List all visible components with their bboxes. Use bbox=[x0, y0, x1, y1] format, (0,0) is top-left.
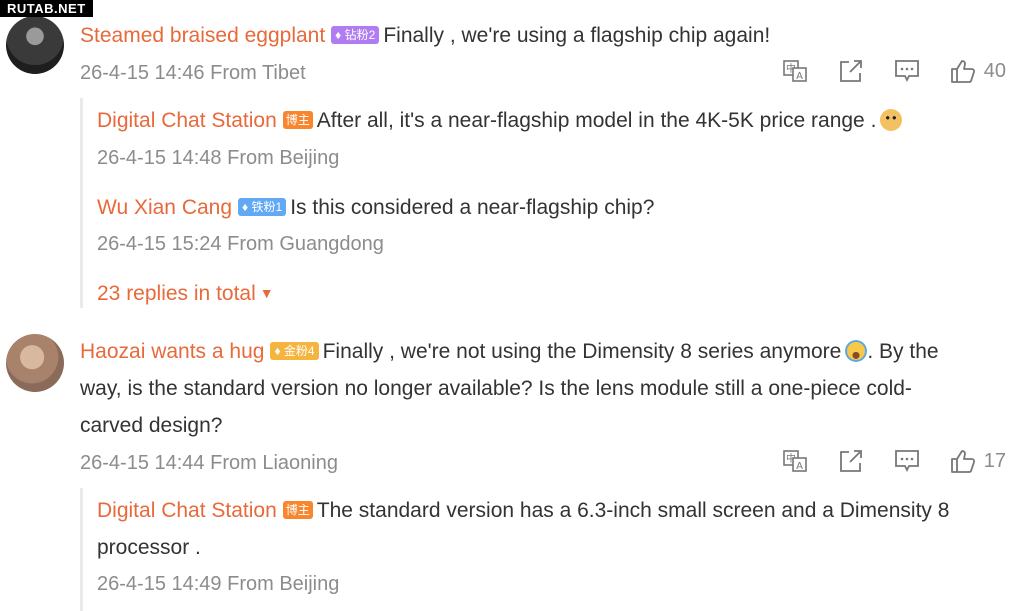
share-icon[interactable] bbox=[838, 58, 864, 84]
reply-item: Wu Xian Cang ♦ 铁粉1 Is this considered a ne… bbox=[97, 189, 977, 226]
comment-text: . By the bbox=[867, 340, 939, 363]
reply-text: processor . bbox=[97, 536, 201, 559]
reply-username[interactable]: Wu Xian Cang bbox=[97, 196, 232, 219]
reply-text: After all, it's a near-flagship model in… bbox=[316, 109, 877, 132]
comment-username[interactable]: Steamed braised eggplant bbox=[80, 24, 325, 47]
reply-text: The standard version has a 6.3-inch smal… bbox=[316, 499, 950, 522]
reply-meta: 26-4-15 14:49 From Beijing bbox=[97, 573, 340, 595]
comment-text: Finally , we're using a flagship chip ag… bbox=[383, 24, 771, 47]
comment-icon[interactable] bbox=[894, 58, 920, 84]
doge-emoji-icon bbox=[880, 109, 903, 131]
comment-text: carved design? bbox=[80, 414, 223, 437]
reply-item: Digital Chat Station 博主 The standard versi… bbox=[97, 492, 997, 566]
blogger-badge[interactable]: 博主 bbox=[282, 111, 313, 129]
avatar[interactable] bbox=[6, 334, 64, 392]
blogger-badge[interactable]: 博主 bbox=[282, 501, 313, 519]
reply-username[interactable]: Digital Chat Station bbox=[97, 109, 277, 132]
comment-username[interactable]: Haozai wants a hug bbox=[80, 340, 264, 363]
svg-text:A: A bbox=[796, 461, 803, 472]
like-icon[interactable] bbox=[950, 448, 976, 474]
comment-actions: 中A 17 bbox=[752, 448, 1006, 474]
svg-text:A: A bbox=[796, 71, 803, 82]
reply-item: Digital Chat Station 博主 After all, it's a … bbox=[97, 102, 977, 139]
comment-body: Haozai wants a hug ♦ 金粉4 Finally , we're n… bbox=[80, 333, 1000, 444]
translate-icon[interactable]: 中A bbox=[782, 448, 808, 474]
reply-meta: 26-4-15 15:24 From Guangdong bbox=[97, 233, 384, 255]
translate-icon[interactable]: 中A bbox=[782, 58, 808, 84]
share-icon[interactable] bbox=[838, 448, 864, 474]
reply-username[interactable]: Digital Chat Station bbox=[97, 499, 277, 522]
reply-list: Digital Chat Station 博主 After all, it's a … bbox=[80, 98, 977, 308]
avatar[interactable] bbox=[6, 16, 64, 74]
fan-badge[interactable]: ♦ 金粉4 bbox=[270, 342, 319, 360]
caret-down-icon: ▼ bbox=[259, 285, 274, 301]
fan-badge[interactable]: ♦ 钻粉2 bbox=[331, 26, 380, 44]
like-icon[interactable] bbox=[950, 58, 976, 84]
comment-actions: 中A 40 bbox=[752, 58, 1006, 84]
like-count: 40 bbox=[983, 59, 1006, 82]
comment-text: Finally , we're not using the Dimensity … bbox=[322, 340, 842, 363]
reply-meta: 26-4-15 14:48 From Beijing bbox=[97, 147, 340, 169]
reply-text: Is this considered a near-flagship chip? bbox=[290, 196, 655, 219]
fan-badge[interactable]: ♦ 铁粉1 bbox=[238, 198, 287, 216]
comment-meta: 26-4-15 14:44 From Liaoning bbox=[80, 452, 338, 474]
comment-text: way, is the standard version no longer a… bbox=[80, 377, 912, 400]
site-watermark: RUTAB.NET bbox=[0, 0, 93, 17]
like-count: 17 bbox=[983, 449, 1006, 472]
comment-body: Steamed braised eggplant ♦ 钻粉2 Finally , w… bbox=[80, 17, 1004, 54]
crying-emoji-icon bbox=[845, 340, 868, 362]
comment-meta: 26-4-15 14:46 From Tibet bbox=[80, 62, 306, 84]
view-all-replies-link[interactable]: 23 replies in total ▼ bbox=[97, 278, 274, 309]
comment-icon[interactable] bbox=[894, 448, 920, 474]
reply-list: Digital Chat Station 博主 The standard versi… bbox=[80, 488, 997, 611]
